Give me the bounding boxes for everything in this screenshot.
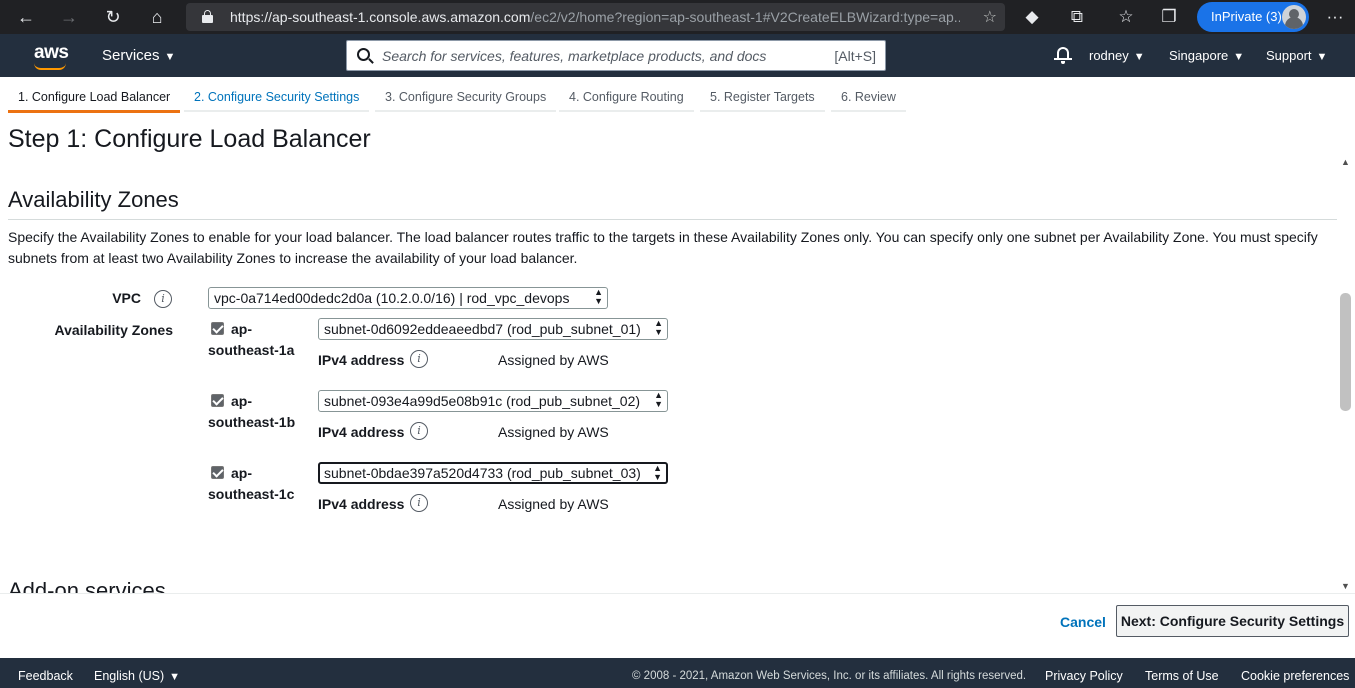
section-divider (8, 219, 1337, 220)
caret-down-icon: ▼ (1233, 51, 1245, 63)
zone-b-subnet-value: subnet-093e4a99d5e08b91c (rod_pub_subnet… (324, 393, 641, 409)
zone-a-name: ap-southeast-1a (208, 321, 295, 358)
select-arrows-icon: ▲ ▼ (654, 318, 663, 337)
console-footer: Feedback English (US) ▼ © 2008 - 2021, Am… (0, 658, 1355, 688)
language-selector[interactable]: English (US) ▼ (94, 669, 180, 683)
info-icon[interactable]: i (154, 290, 172, 308)
address-bar[interactable]: https://ap-southeast-1.console.aws.amazo… (186, 3, 1005, 31)
vpc-label: VPC (112, 290, 141, 306)
aws-console-header: aws Services ▼ Search for services, featu… (0, 34, 1355, 77)
search-input[interactable]: Search for services, features, marketpla… (346, 40, 886, 71)
scroll-up-icon[interactable]: ▲ (1341, 157, 1350, 167)
collections-icon[interactable]: ❐ (1158, 6, 1180, 28)
tab-configure-routing: 4. Configure Routing (559, 90, 694, 112)
bell-icon[interactable] (1054, 45, 1072, 65)
feedback-link[interactable]: Feedback (18, 669, 73, 683)
copyright-text: © 2008 - 2021, Amazon Web Services, Inc.… (632, 670, 1027, 682)
zone-a-subnet-value: subnet-0d6092eddeaeedbd7 (rod_pub_subnet… (324, 321, 641, 337)
zone-c-name: ap-southeast-1c (208, 465, 295, 502)
extension-color-icon[interactable]: ◆ (1021, 6, 1043, 28)
zone-c-subnet-select[interactable]: subnet-0bdae397a520d4733 (rod_pub_subnet… (318, 462, 668, 484)
more-options-icon[interactable]: ··· (1324, 6, 1346, 28)
forward-icon[interactable]: → (57, 5, 81, 29)
back-icon[interactable]: ← (14, 5, 38, 29)
zone-c-subnet-value: subnet-0bdae397a520d4733 (rod_pub_subnet… (324, 465, 641, 481)
region-menu[interactable]: Singapore ▼ (1169, 48, 1244, 63)
vpc-select[interactable]: vpc-0a714ed00dedc2d0a (10.2.0.0/16) | ro… (208, 287, 608, 309)
zone-a-ipv4-value: Assigned by AWS (498, 352, 609, 368)
zone-b-name: ap-southeast-1b (208, 393, 296, 430)
favorite-star-icon[interactable]: ☆ (983, 7, 997, 27)
caret-down-icon: ▼ (169, 671, 181, 683)
url-text[interactable]: https://ap-southeast-1.console.aws.amazo… (230, 9, 960, 25)
search-shortcut: [Alt+S] (834, 48, 876, 64)
wizard-steps: 1. Configure Load Balancer 2. Configure … (0, 77, 1355, 117)
zone-b-ipv4-value: Assigned by AWS (498, 424, 609, 440)
privacy-policy-link[interactable]: Privacy Policy (1045, 669, 1123, 683)
availability-zones-label: Availability Zones (54, 322, 173, 338)
section-description: Specify the Availability Zones to enable… (8, 229, 1318, 266)
caret-down-icon: ▼ (1133, 51, 1145, 63)
tab-review: 6. Review (831, 90, 906, 112)
tab-configure-security-groups: 3. Configure Security Groups (375, 90, 557, 112)
aws-logo[interactable]: aws (34, 42, 69, 64)
zone-b-ipv4-label: IPv4 address (318, 424, 405, 440)
wizard-action-bar: Cancel Next: Configure Security Settings (0, 593, 1355, 658)
zone-c-ipv4-label: IPv4 address (318, 496, 405, 512)
avatar (1282, 5, 1306, 29)
tab-register-targets: 5. Register Targets (700, 90, 825, 112)
scrollbar-thumb[interactable] (1340, 293, 1351, 411)
select-arrows-icon: ▲ ▼ (653, 463, 662, 482)
tab-configure-security-settings[interactable]: 2. Configure Security Settings (184, 90, 370, 112)
tab-configure-load-balancer[interactable]: 1. Configure Load Balancer (8, 90, 181, 113)
select-arrows-icon: ▲ ▼ (654, 390, 663, 409)
support-menu[interactable]: Support ▼ (1266, 48, 1327, 63)
zone-a-subnet-select[interactable]: subnet-0d6092eddeaeedbd7 (rod_pub_subnet… (318, 318, 668, 340)
scrollbar[interactable]: ▲ ▼ (1337, 155, 1355, 593)
search-placeholder: Search for services, features, marketpla… (382, 48, 767, 64)
next-button[interactable]: Next: Configure Security Settings (1116, 605, 1349, 637)
user-menu[interactable]: rodney ▼ (1089, 48, 1145, 63)
caret-down-icon: ▼ (164, 51, 176, 63)
caret-down-icon: ▼ (1316, 51, 1328, 63)
info-icon[interactable]: i (410, 350, 428, 368)
zone-b-subnet-select[interactable]: subnet-093e4a99d5e08b91c (rod_pub_subnet… (318, 390, 668, 412)
services-menu[interactable]: Services ▼ (102, 47, 175, 64)
lock-icon[interactable] (202, 10, 213, 23)
browser-toolbar: ← → ↻ ⌂ https://ap-southeast-1.console.a… (0, 0, 1355, 34)
terms-of-use-link[interactable]: Terms of Use (1145, 669, 1219, 683)
zone-c-ipv4-value: Assigned by AWS (498, 496, 609, 512)
vpc-select-value: vpc-0a714ed00dedc2d0a (10.2.0.0/16) | ro… (214, 290, 570, 306)
refresh-icon[interactable]: ↻ (101, 5, 125, 29)
zone-a-ipv4-label: IPv4 address (318, 352, 405, 368)
select-arrows-icon: ▲ ▼ (594, 287, 603, 306)
info-icon[interactable]: i (410, 422, 428, 440)
extensions-puzzle-icon[interactable]: ⧉ (1066, 6, 1088, 28)
section-title: Availability Zones (8, 187, 179, 212)
inprivate-badge[interactable]: InPrivate (3) (1197, 2, 1309, 32)
page-title: Step 1: Configure Load Balancer (8, 125, 371, 153)
inprivate-label: InPrivate (3) (1211, 9, 1282, 24)
scroll-down-icon[interactable]: ▼ (1341, 581, 1350, 591)
favorites-icon[interactable]: ☆ (1115, 6, 1137, 28)
info-icon[interactable]: i (410, 494, 428, 512)
cancel-button[interactable]: Cancel (1060, 614, 1106, 630)
aws-logo-smile (34, 63, 66, 70)
cookie-preferences-link[interactable]: Cookie preferences (1241, 669, 1349, 683)
home-icon[interactable]: ⌂ (145, 5, 169, 29)
search-icon (357, 48, 370, 61)
